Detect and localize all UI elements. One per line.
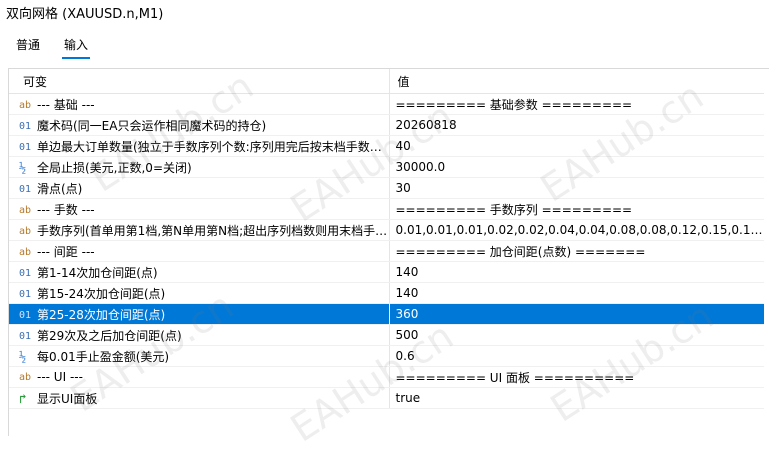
row-value[interactable]: 360 <box>388 303 764 325</box>
tab-inputs[interactable]: 输入 <box>64 36 88 53</box>
active-tab-indicator <box>62 57 90 59</box>
row-value[interactable]: 0.6 <box>388 345 764 367</box>
row-name: 手数序列(首单用第1档,第N单用第N档;超出序列档数则用末档手数) <box>37 223 389 238</box>
row-value[interactable]: 30 <box>388 177 764 199</box>
row-value[interactable]: 40 <box>388 135 764 157</box>
row-value[interactable]: ========= 加仓间距(点数) ======= <box>388 240 764 262</box>
integer-type-icon: 01 <box>19 288 32 300</box>
integer-type-icon: 01 <box>19 183 32 195</box>
grid-row[interactable]: 01 滑点(点) 30 <box>9 177 764 199</box>
string-type-icon: ab <box>19 246 32 258</box>
string-type-icon: ab <box>19 225 32 237</box>
string-type-icon: ab <box>19 99 32 111</box>
row-value[interactable]: 140 <box>388 261 764 283</box>
grid-row[interactable]: 01 第15-24次加仓间距(点) 140 <box>9 282 764 304</box>
integer-type-icon: 01 <box>19 120 32 132</box>
string-type-icon: ab <box>19 372 32 383</box>
grid-row[interactable]: 01 单边最大订单数量(独立于手数序列个数:序列用完后按末档手数续开) 40 <box>9 135 764 157</box>
window-title: 双向网格 (XAUUSD.n,M1) <box>6 7 164 22</box>
row-name: --- UI --- <box>37 370 83 384</box>
row-name: 第25-28次加仓间距(点) <box>37 307 166 322</box>
grid-row[interactable]: ab --- 基础 --- ========= 基础参数 ========= <box>9 93 764 115</box>
row-value[interactable]: true <box>388 387 764 409</box>
row-value[interactable]: ========= 基础参数 ========= <box>388 93 764 115</box>
bool-type-icon: ↱ <box>19 391 27 407</box>
integer-type-icon: 01 <box>19 141 32 153</box>
grid-row[interactable]: ½ 全局止损(美元,正数,0=关闭) 30000.0 <box>9 156 764 178</box>
column-header-variable[interactable]: 可变 <box>9 69 389 94</box>
row-value[interactable]: 500 <box>388 324 764 346</box>
double-type-icon: ½ <box>19 350 27 364</box>
row-value[interactable]: 30000.0 <box>388 156 764 178</box>
double-type-icon: ½ <box>19 161 27 175</box>
column-header-value[interactable]: 值 <box>388 69 764 94</box>
integer-type-icon: 01 <box>19 309 32 321</box>
row-name: --- 基础 --- <box>37 97 95 112</box>
row-name: 单边最大订单数量(独立于手数序列个数:序列用完后按末档手数续开) <box>37 139 389 154</box>
row-value[interactable]: ========= UI 面板 ========== <box>388 366 764 388</box>
row-name: --- 手数 --- <box>37 202 95 217</box>
row-name: 第15-24次加仓间距(点) <box>37 286 166 301</box>
row-value[interactable]: ========= 手数序列 ========= <box>388 198 764 220</box>
grid-row[interactable]: ab 手数序列(首单用第1档,第N单用第N档;超出序列档数则用末档手数) 0.01… <box>9 219 764 241</box>
row-name: 魔术码(同一EA只会运作相同魔术码的持仓) <box>37 118 267 133</box>
grid-row[interactable]: ab --- 间距 --- ========= 加仓间距(点数) ======= <box>9 240 764 262</box>
inputs-grid: 可变 值 ab --- 基础 --- ========= 基础参数 =======… <box>9 69 764 409</box>
grid-row[interactable]: 01 第1-14次加仓间距(点) 140 <box>9 261 764 283</box>
row-value[interactable]: 20260818 <box>388 114 764 136</box>
row-name: 滑点(点) <box>37 181 83 196</box>
grid-row[interactable]: ab --- 手数 --- ========= 手数序列 ========= <box>9 198 764 220</box>
row-name: 全局止损(美元,正数,0=关闭) <box>37 160 192 175</box>
grid-row[interactable]: ↱ 显示UI面板 true <box>9 387 764 409</box>
string-type-icon: ab <box>19 204 32 216</box>
row-value[interactable]: 0.01,0.01,0.01,0.02,0.02,0.04,0.04,0.08,… <box>388 219 764 241</box>
grid-row[interactable]: ½ 每0.01手止盈金额(美元) 0.6 <box>9 345 764 367</box>
integer-type-icon: 01 <box>19 267 32 279</box>
grid-row[interactable]: 01 第29次及之后加仓间距(点) 500 <box>9 324 764 346</box>
row-name: 每0.01手止盈金额(美元) <box>37 349 170 364</box>
row-value[interactable]: 140 <box>388 282 764 304</box>
grid-row-selected[interactable]: 01 第25-28次加仓间距(点) 360 <box>9 303 764 325</box>
integer-type-icon: 01 <box>19 330 32 342</box>
grid-header: 可变 值 <box>9 69 764 94</box>
title-bar: 双向网格 (XAUUSD.n,M1) <box>0 0 769 24</box>
row-name: --- 间距 --- <box>37 244 95 259</box>
tab-bar: 普通 输入 <box>0 30 769 60</box>
row-name: 显示UI面板 <box>37 391 98 406</box>
row-name: 第1-14次加仓间距(点) <box>37 265 158 280</box>
tab-general[interactable]: 普通 <box>16 36 40 53</box>
grid-row[interactable]: ab --- UI --- ========= UI 面板 ========== <box>9 366 764 388</box>
grid-row[interactable]: 01 魔术码(同一EA只会运作相同魔术码的持仓) 20260818 <box>9 114 764 136</box>
row-name: 第29次及之后加仓间距(点) <box>37 328 182 343</box>
inputs-grid-panel: 可变 值 ab --- 基础 --- ========= 基础参数 =======… <box>8 68 769 436</box>
